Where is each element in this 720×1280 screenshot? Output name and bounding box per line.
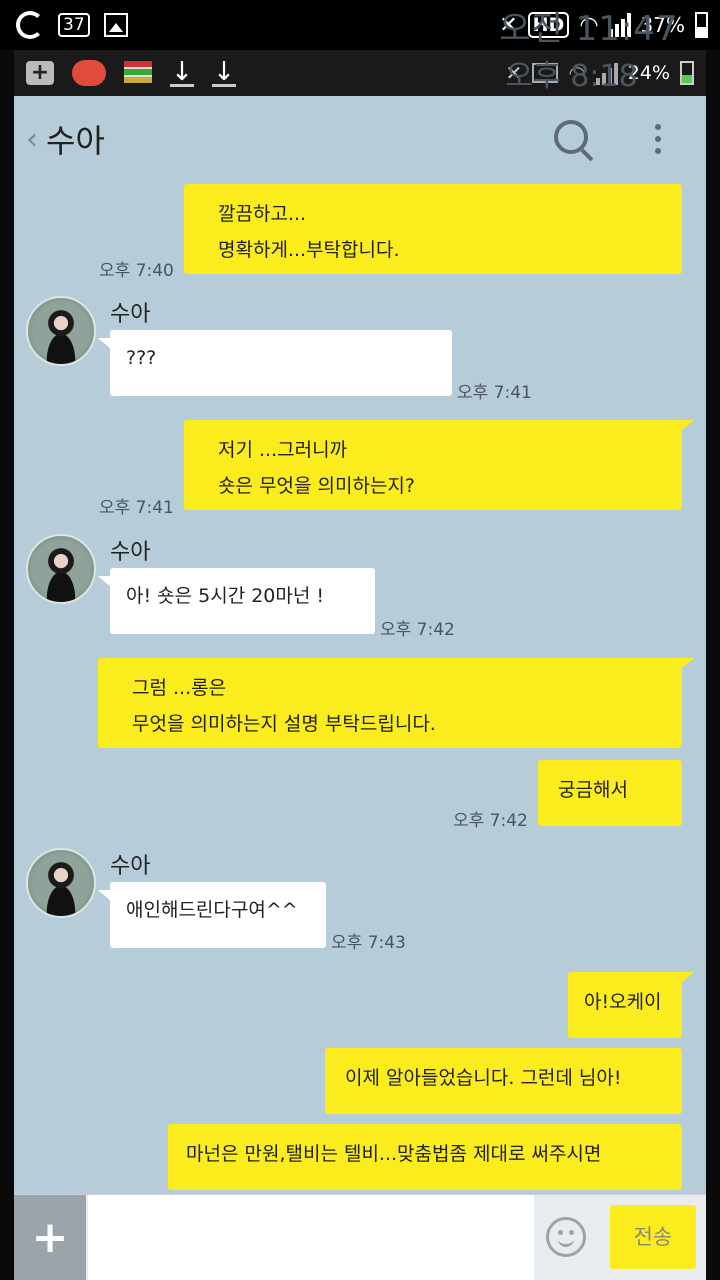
sender-name: 수아	[110, 302, 151, 327]
emoji-icon[interactable]	[546, 1217, 586, 1257]
message-line: 깔끔하고...	[218, 203, 307, 225]
add-icon: +	[26, 61, 54, 85]
stack-app-icon	[124, 61, 152, 85]
avatar[interactable]	[26, 296, 96, 366]
message-timestamp: 오후 7:42	[380, 620, 455, 640]
message-list[interactable]: 깔끔하고... 명확하게...부탁합니다. 오후 7:40 수아 ??? 오후 …	[14, 182, 706, 1194]
chat-app: ‹ 수아 깔끔하고... 명확하게...부탁합니다. 오후 7:40 수아 ??…	[14, 96, 706, 1280]
my-message-bubble[interactable]: 이제 알아들었습니다. 그런데 님아!	[325, 1048, 682, 1114]
message-timestamp: 오후 7:41	[99, 498, 174, 518]
message-timestamp: 오후 7:40	[99, 261, 174, 281]
chat-title[interactable]: 수아	[46, 116, 105, 162]
more-menu-icon[interactable]	[655, 124, 661, 160]
my-message-bubble[interactable]: 그럼 ...롱은 무엇을 의미하는지 설명 부탁드립니다.	[98, 658, 694, 748]
search-icon[interactable]	[554, 120, 588, 154]
message-line: 궁금해서	[558, 779, 628, 801]
notification-count-badge: 37	[58, 13, 90, 37]
message-timestamp: 오후 7:41	[457, 383, 532, 403]
carrier-icon	[16, 11, 44, 39]
message-line: ???	[126, 347, 157, 369]
download-icon: ↓	[212, 56, 236, 87]
sender-name: 수아	[110, 540, 151, 565]
avatar[interactable]	[26, 848, 96, 918]
their-message-bubble[interactable]: 아! 숏은 5시간 20마넌 !	[98, 568, 375, 634]
message-line: 명확하게...부탁합니다.	[218, 239, 400, 261]
battery-icon	[695, 12, 708, 38]
message-line: 아! 숏은 5시간 20마넌 !	[126, 585, 325, 607]
download-icon: ↓	[170, 56, 194, 87]
message-input-bar: + 전송	[14, 1194, 706, 1280]
inner-status-bar: + ↓ ↓ ✕ ◠ 24% 오후 8:18	[14, 50, 706, 98]
clock: 오후 8:18	[505, 59, 638, 94]
chat-header: ‹ 수아	[14, 96, 706, 182]
my-message-bubble[interactable]: 아!오케이	[568, 972, 694, 1038]
my-message-bubble[interactable]: 궁금해서	[538, 760, 682, 826]
attach-button[interactable]: +	[14, 1195, 86, 1280]
message-line: 숏은 무엇을 의미하는지?	[218, 475, 415, 497]
my-message-bubble[interactable]: 깔끔하고... 명확하게...부탁합니다.	[184, 184, 682, 274]
message-input[interactable]	[88, 1195, 534, 1280]
avatar[interactable]	[26, 534, 96, 604]
send-button[interactable]: 전송	[610, 1205, 696, 1269]
their-message-bubble[interactable]: 애인해드린다구여^^	[98, 882, 326, 948]
message-timestamp: 오후 7:42	[453, 811, 528, 831]
my-message-bubble[interactable]: 저기 ...그러니까 숏은 무엇을 의미하는지?	[184, 420, 694, 510]
message-line: 저기 ...그러니까	[218, 439, 348, 461]
my-message-bubble[interactable]: 마넌은 만원,탤비는 텔비...맞춤법좀 제대로 써주시면	[168, 1124, 682, 1190]
message-line: 그럼 ...롱은	[132, 677, 227, 699]
message-line: 이제 알아들었습니다. 그런데 님아!	[345, 1067, 622, 1089]
gallery-icon	[103, 13, 128, 37]
their-message-bubble[interactable]: ???	[98, 330, 452, 396]
message-timestamp: 오후 7:43	[331, 933, 406, 953]
back-chevron-icon[interactable]: ‹	[26, 122, 38, 157]
battery-charging-icon	[680, 61, 694, 85]
clock: 오전 11:47	[499, 8, 679, 49]
message-line: 애인해드린다구여^^	[126, 899, 298, 921]
cloud-app-icon	[72, 60, 106, 86]
sender-name: 수아	[110, 854, 151, 879]
message-line: 마넌은 만원,탤비는 텔비...맞춤법좀 제대로 써주시면	[186, 1143, 602, 1165]
message-line: 아!오케이	[584, 991, 662, 1013]
message-line: 무엇을 의미하는지 설명 부탁드립니다.	[132, 713, 436, 735]
system-status-bar: 37 ✕ HD ◠ 37% 오전 11:47	[0, 0, 720, 50]
